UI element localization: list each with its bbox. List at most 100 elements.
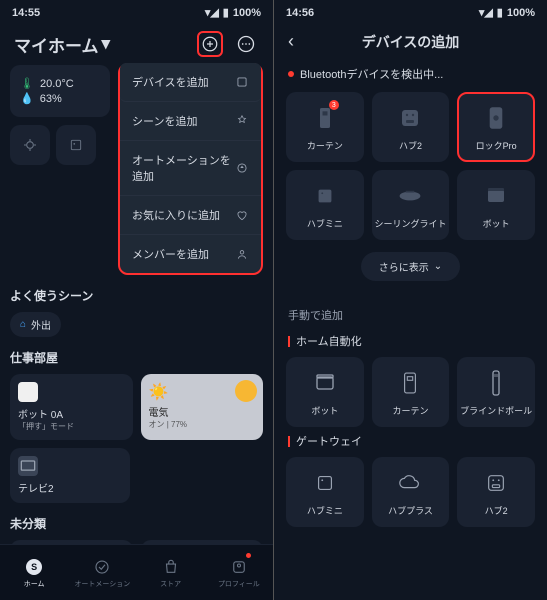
ceilinglight-icon [397,181,423,211]
status-bar: 14:56 ▾◢ ▮ 100% [274,0,547,21]
status-right: ▾◢ ▮ 100% [205,6,261,19]
bt-device-bot[interactable]: ボット [457,170,535,240]
lock-icon [483,103,509,133]
plus-circle-icon [201,35,219,53]
hub2-icon [397,103,423,133]
check-circle-icon [92,557,112,577]
manual-add-title: 手動で追加 [274,293,547,327]
dots-circle-icon [236,34,256,54]
gateway-grid: ハブミニ ハブプラス ハブ2 [274,457,547,527]
blindpole-icon [483,368,509,398]
bot-mode: 「押す」モード [18,421,125,432]
device-card-bot[interactable]: ボット 0A 「押す」モード [10,374,133,440]
wifi-icon: ▾◢ [205,6,219,19]
dropdown-add-device[interactable]: デバイスを追加 [120,63,261,102]
bt-device-curtain[interactable]: 3 カーテン [286,92,364,162]
scene-icon [235,114,249,128]
bt-status-text: Bluetoothデバイスを検出中... [300,66,443,82]
light-toggle[interactable] [235,380,257,402]
heart-icon [235,208,249,222]
quick-action-2[interactable] [56,125,96,165]
device-card-tv[interactable]: テレビ2 [10,448,130,503]
wifi-icon: ▾◢ [479,6,493,19]
phone-left: 14:55 ▾◢ ▮ 100% マイホーム ▾ 🌡20.0°C 💧63% [0,0,273,600]
scenes-section-title: よく使うシーン [0,275,273,312]
automation-icon [235,161,249,175]
home-out-icon: ⌂ [20,319,26,330]
droplet-icon: 💧 [20,92,34,105]
bt-device-hub2[interactable]: ハブ2 [372,92,450,162]
phone-right: 14:56 ▾◢ ▮ 100% ‹ デバイスの追加 Bluetoothデバイスを… [274,0,547,600]
nav-store[interactable]: ストア [137,545,205,600]
bt-device-ceilinglight[interactable]: シーリングライト [372,170,450,240]
home-automation-grid: ボット カーテン ブラインドポール [274,357,547,427]
more-button[interactable] [233,31,259,57]
hub2-icon [483,468,509,498]
chevron-down-icon: ▾ [102,34,111,54]
battery-pct: 100% [233,7,261,19]
home-header: マイホーム ▾ [0,21,273,65]
device-icon [235,75,249,89]
profile-icon [229,557,249,577]
chevron-down-icon: ⌄ [434,261,442,272]
bottom-nav: S ホーム オートメーション ストア プロフィール [0,544,273,600]
thermometer-icon: 🌡 [20,77,34,90]
dropdown-add-automation[interactable]: オートメーションを追加 [120,141,261,196]
device-card-light[interactable]: ☀️ 電気 オン | 77% [141,374,264,440]
nav-home[interactable]: S ホーム [0,545,68,600]
uncat-section-title: 未分類 [0,503,273,540]
dropdown-add-favorite[interactable]: お気に入りに追加 [120,196,261,235]
manual-device-hubmini[interactable]: ハブミニ [286,457,364,527]
back-button[interactable]: ‹ [288,31,308,52]
room-section-title: 仕事部屋 [0,337,273,374]
status-bar: 14:55 ▾◢ ▮ 100% [0,0,273,21]
group-home-automation-title: ホーム自動化 [274,327,547,357]
light-name: 電気 [149,404,256,419]
nav-profile[interactable]: プロフィール [205,545,273,600]
cloud-icon [397,468,423,498]
group-gateway-title: ゲートウェイ [274,427,547,457]
page-title: デバイスの追加 [308,32,513,52]
light-state: オン | 77% [149,419,256,430]
bt-device-lockpro[interactable]: ロックPro [457,92,535,162]
device-badge: 3 [329,100,339,110]
manual-device-blindpole[interactable]: ブラインドポール [457,357,535,427]
bag-icon [161,557,181,577]
bluetooth-device-grid: 3 カーテン ハブ2 ロックPro ハブミニ シーリングライト ボット [274,92,547,240]
target-icon [22,137,38,153]
status-right: ▾◢ ▮ 100% [479,6,535,19]
manual-device-bot[interactable]: ボット [286,357,364,427]
bt-status-row: Bluetoothデバイスを検出中... [274,60,547,92]
notification-badge [246,553,251,558]
add-button[interactable] [197,31,223,57]
hubmini-icon [312,181,338,211]
hubmini-icon [312,468,338,498]
nav-automation[interactable]: オートメーション [68,545,136,600]
manual-device-hubplus[interactable]: ハブプラス [372,457,450,527]
bot-icon [18,382,38,402]
add-device-header: ‹ デバイスの追加 [274,21,547,60]
status-time: 14:56 [286,7,314,19]
battery-icon: ▮ [497,6,503,19]
dropdown-add-scene[interactable]: シーンを追加 [120,102,261,141]
add-dropdown-highlighted: デバイスを追加 シーンを追加 オートメーションを追加 お気に入りに追加 メンバー… [118,63,263,275]
home-title[interactable]: マイホーム ▾ [14,32,110,57]
sun-icon: ☀️ [149,382,167,400]
home-icon: S [24,557,44,577]
curtain-icon [397,368,423,398]
scene-chip-out[interactable]: ⌂ 外出 [10,312,61,337]
env-humidity: 63% [40,93,62,105]
battery-icon: ▮ [223,6,229,19]
env-widget[interactable]: 🌡20.0°C 💧63% [10,65,110,117]
bt-device-hubmini[interactable]: ハブミニ [286,170,364,240]
tv-icon [18,456,38,476]
dropdown-add-member[interactable]: メンバーを追加 [120,235,261,273]
show-more-button[interactable]: さらに表示 ⌄ [361,252,460,281]
manual-device-hub2[interactable]: ハブ2 [457,457,535,527]
manual-device-curtain[interactable]: カーテン [372,357,450,427]
status-dot-icon [288,71,294,77]
bot-icon [483,181,509,211]
tv-name: テレビ2 [18,480,122,495]
battery-pct: 100% [507,7,535,19]
quick-action-1[interactable] [10,125,50,165]
